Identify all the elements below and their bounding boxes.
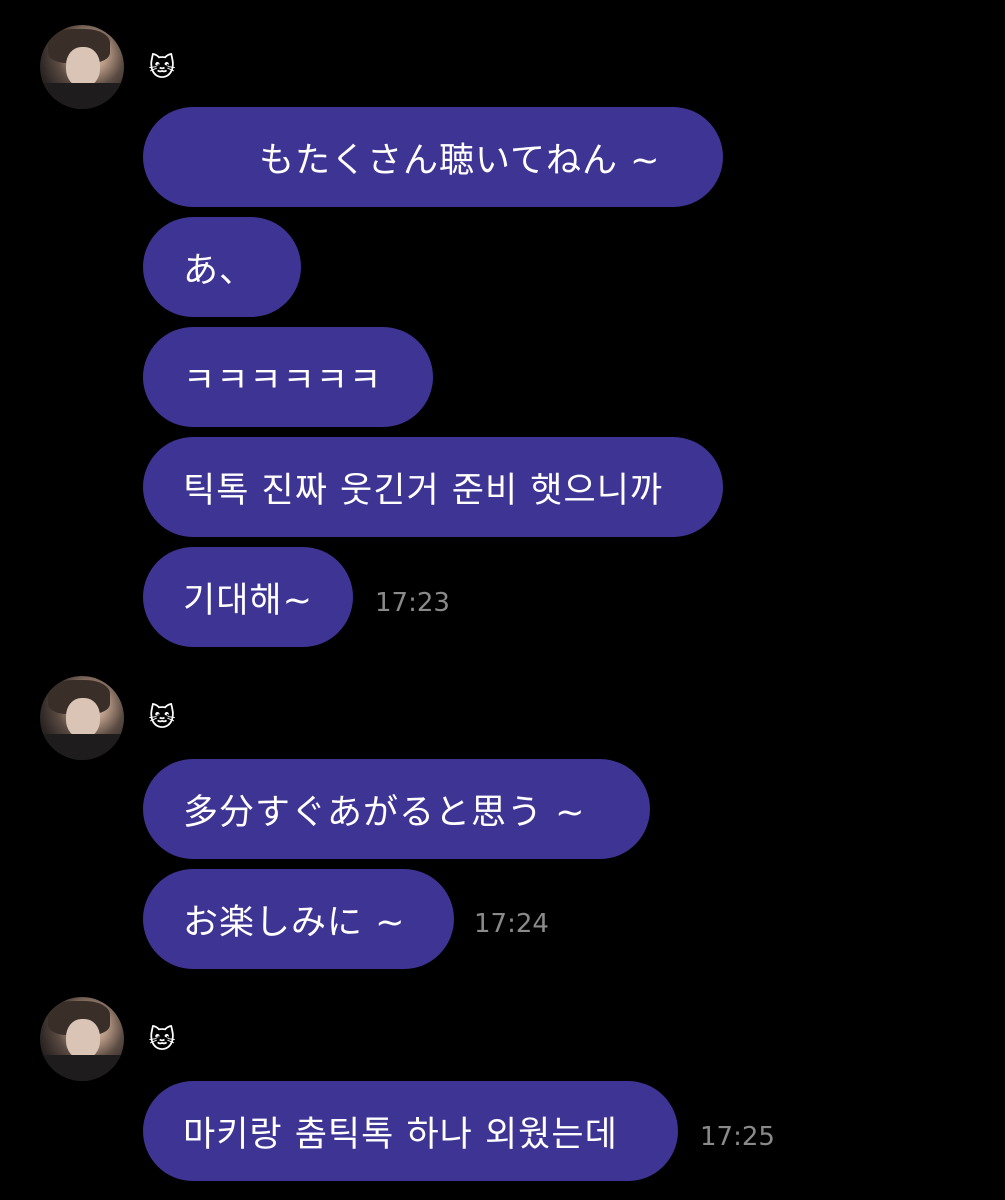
sender-avatar[interactable] (40, 676, 124, 760)
message-bubble[interactable]: 多分すぐあがると思う ~ (143, 759, 650, 859)
message-bubble[interactable]: 틱톡 진짜 웃긴거 준비 햇으니까 (143, 437, 723, 537)
avatar-face (66, 1019, 100, 1059)
message-timestamp: 17:24 (474, 909, 549, 939)
avatar-coat (40, 83, 124, 109)
message-timestamp: 17:25 (700, 1122, 775, 1152)
message-timestamp: 17:23 (375, 588, 450, 618)
message-bubble[interactable]: お楽しみに ~ (143, 869, 454, 969)
message-bubble[interactable]: ㅋㅋㅋㅋㅋㅋ (143, 327, 433, 427)
sender-avatar[interactable] (40, 997, 124, 1081)
message-bubble[interactable]: もたくさん聴いてねん ~ (143, 107, 723, 207)
message-bubble[interactable]: あ、 (143, 217, 301, 317)
sender-avatar[interactable] (40, 25, 124, 109)
cat-icon: 🐱 (148, 703, 176, 733)
cat-icon: 🐱 (148, 1025, 176, 1055)
message-bubble[interactable]: 마키랑 춤틱톡 하나 외웠는데 (143, 1081, 678, 1181)
cat-icon: 🐱 (148, 53, 176, 83)
message-bubble[interactable]: 기대해~ (143, 547, 353, 647)
avatar-coat (40, 1055, 124, 1081)
avatar-face (66, 47, 100, 87)
avatar-coat (40, 734, 124, 760)
avatar-face (66, 698, 100, 738)
